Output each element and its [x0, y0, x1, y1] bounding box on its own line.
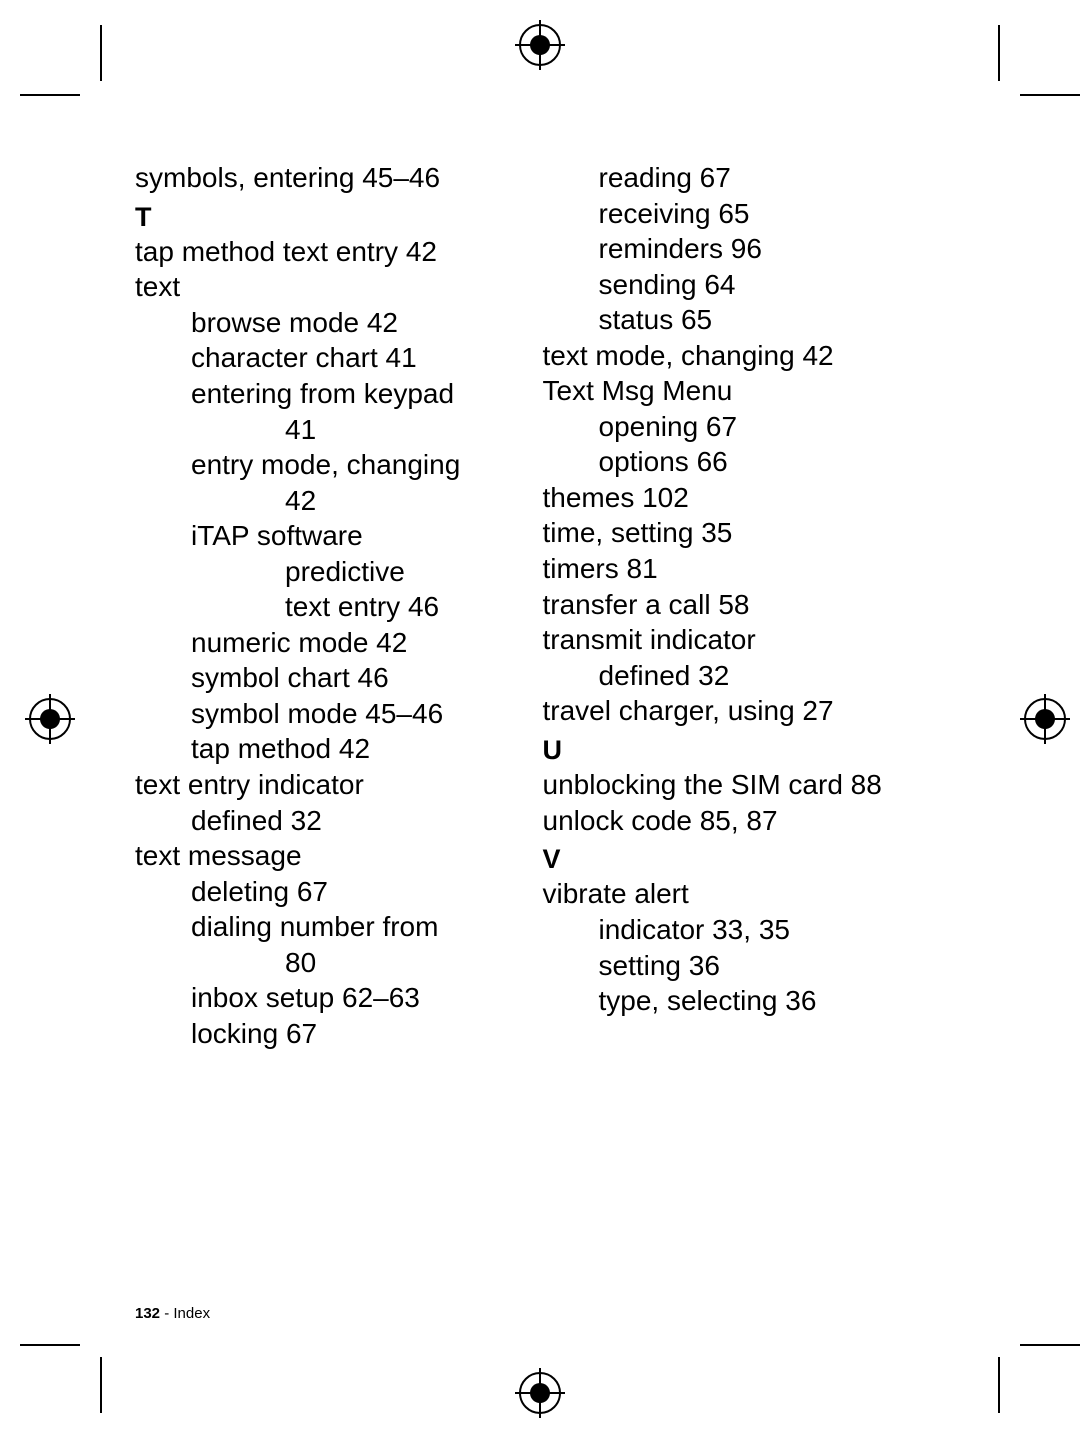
crop-mark	[1020, 94, 1080, 96]
registration-mark-icon	[515, 1368, 565, 1418]
crop-mark	[20, 94, 80, 96]
index-entry: time, setting 35	[543, 515, 941, 551]
crop-mark	[100, 1357, 102, 1413]
index-subentry: defined 32	[543, 658, 941, 694]
index-column-left: symbols, entering 45–46 T tap method tex…	[135, 160, 533, 1258]
index-entry: text mode, changing 42	[543, 338, 941, 374]
index-subentry-cont: 80	[135, 945, 533, 981]
index-subentry: locking 67	[135, 1016, 533, 1052]
index-entry: travel charger, using 27	[543, 693, 941, 729]
index-subentry-cont: 41	[135, 412, 533, 448]
index-subentry-cont: predictive	[135, 554, 533, 590]
index-subentry: character chart 41	[135, 340, 533, 376]
index-entry: unlock code 85, 87	[543, 803, 941, 839]
footer-sep: -	[160, 1305, 173, 1322]
index-subentry: setting 36	[543, 948, 941, 984]
index-column-right: reading 67 receiving 65 reminders 96 sen…	[543, 160, 941, 1258]
index-entry: text message	[135, 838, 533, 874]
index-entry: transmit indicator	[543, 622, 941, 658]
crop-mark	[1020, 1344, 1080, 1346]
index-entry: symbols, entering 45–46	[135, 160, 533, 196]
index-entry: text	[135, 269, 533, 305]
index-entry: themes 102	[543, 480, 941, 516]
page-footer: 132 - Index	[135, 1305, 210, 1322]
index-subentry-cont: text entry 46	[135, 589, 533, 625]
index-section-heading: V	[543, 842, 941, 876]
index-subentry: inbox setup 62–63	[135, 980, 533, 1016]
page-number: 132	[135, 1305, 160, 1322]
index-subentry: entry mode, changing	[135, 447, 533, 483]
index-section-heading: T	[135, 200, 533, 234]
index-subentry: iTAP software	[135, 518, 533, 554]
index-entry: vibrate alert	[543, 876, 941, 912]
index-subentry: tap method 42	[135, 731, 533, 767]
index-subentry: opening 67	[543, 409, 941, 445]
index-subentry: status 65	[543, 302, 941, 338]
index-entry: unblocking the SIM card 88	[543, 767, 941, 803]
index-subentry: indicator 33, 35	[543, 912, 941, 948]
crop-mark	[998, 25, 1000, 81]
index-subentry: sending 64	[543, 267, 941, 303]
index-entry: Text Msg Menu	[543, 373, 941, 409]
index-subentry: dialing number from	[135, 909, 533, 945]
index-subentry: symbol mode 45–46	[135, 696, 533, 732]
index-subentry-cont: 42	[135, 483, 533, 519]
index-subentry: symbol chart 46	[135, 660, 533, 696]
index-subentry: browse mode 42	[135, 305, 533, 341]
index-subentry: receiving 65	[543, 196, 941, 232]
index-subentry: deleting 67	[135, 874, 533, 910]
index-subentry: defined 32	[135, 803, 533, 839]
index-entry: transfer a call 58	[543, 587, 941, 623]
crop-mark	[20, 1344, 80, 1346]
index-content: symbols, entering 45–46 T tap method tex…	[135, 160, 940, 1258]
index-subentry: reading 67	[543, 160, 941, 196]
index-section-heading: U	[543, 733, 941, 767]
index-subentry: numeric mode 42	[135, 625, 533, 661]
registration-mark-icon	[1020, 694, 1070, 744]
index-subentry: type, selecting 36	[543, 983, 941, 1019]
index-subentry: entering from keypad	[135, 376, 533, 412]
index-entry: tap method text entry 42	[135, 234, 533, 270]
registration-mark-icon	[515, 20, 565, 70]
index-subentry: reminders 96	[543, 231, 941, 267]
index-entry: timers 81	[543, 551, 941, 587]
crop-mark	[100, 25, 102, 81]
footer-label: Index	[173, 1305, 210, 1322]
crop-mark	[998, 1357, 1000, 1413]
index-entry: text entry indicator	[135, 767, 533, 803]
index-subentry: options 66	[543, 444, 941, 480]
registration-mark-icon	[25, 694, 75, 744]
